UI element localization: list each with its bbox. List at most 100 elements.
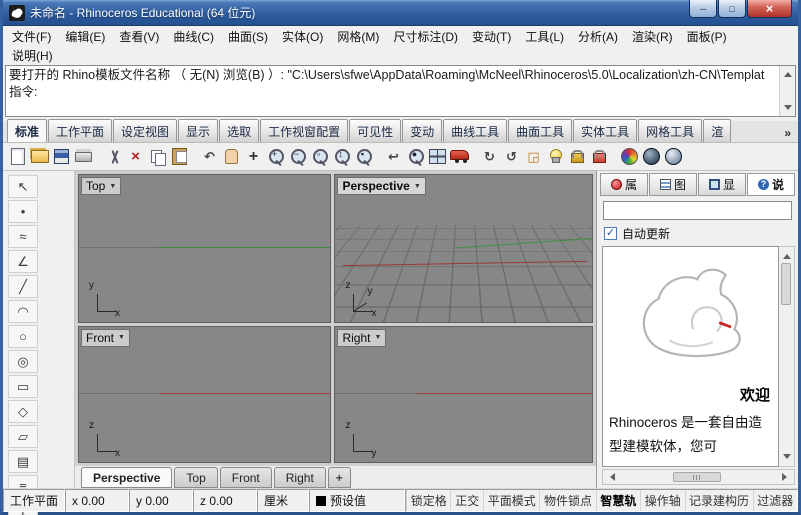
command-prompt[interactable]: 指令: <box>9 84 777 101</box>
polyline-icon[interactable]: ∠ <box>8 250 38 273</box>
zoom-window-icon[interactable]: ▫ <box>309 146 330 167</box>
command-area[interactable]: 要打开的 Rhino模板文件名称 （ 无(N) 浏览(B) ）: "C:\Use… <box>5 65 796 117</box>
undo-icon[interactable]: ↶ <box>199 146 220 167</box>
tab-properties[interactable]: 属 <box>600 173 648 196</box>
chevron-down-icon[interactable]: ▼ <box>109 183 116 190</box>
viewport-tab[interactable]: Top <box>174 467 217 488</box>
viewport-front-label[interactable]: Front ▼ <box>81 329 130 347</box>
color-wheel-icon[interactable] <box>619 146 640 167</box>
point-icon[interactable]: • <box>8 200 38 223</box>
menu-item[interactable]: 渲染(R) <box>625 26 680 47</box>
paste-icon[interactable] <box>169 146 190 167</box>
tab-help[interactable]: 说 <box>747 173 795 196</box>
print-icon[interactable] <box>73 146 94 167</box>
maximize-button[interactable]: □ <box>718 0 746 18</box>
menu-item[interactable]: 面板(P) <box>680 26 734 47</box>
rotate-view-icon[interactable]: ↻ <box>479 146 500 167</box>
polygon-icon[interactable]: ◇ <box>8 400 38 423</box>
cplane-button[interactable]: 工作平面 <box>3 489 65 512</box>
command-scrollbar[interactable] <box>779 66 795 116</box>
toolbar-tab[interactable]: 设定视图 <box>113 119 177 142</box>
toolbar-tab[interactable]: 变动 <box>402 119 442 142</box>
menu-item[interactable]: 网格(M) <box>330 26 386 47</box>
zoom-extents-icon[interactable]: ▪ <box>353 146 374 167</box>
unlock-icon[interactable] <box>589 146 610 167</box>
zoom-selected-icon[interactable]: ● <box>405 146 426 167</box>
add-viewport-tab[interactable]: + <box>328 467 351 488</box>
viewport-top[interactable]: Top ▼ y x <box>78 174 331 323</box>
menu-item[interactable]: 编辑(E) <box>58 26 112 47</box>
open-file-icon[interactable] <box>29 146 50 167</box>
circle-icon[interactable]: ○ <box>8 325 38 348</box>
scroll-right-icon[interactable] <box>782 473 791 481</box>
statusbar-toggle[interactable]: 智慧轨 <box>596 490 640 511</box>
viewport-right[interactable]: Right ▼ z y <box>334 326 593 463</box>
layer-indicator[interactable]: 预设值 <box>309 489 405 512</box>
toolbar-tab[interactable]: 实体工具 <box>573 119 637 142</box>
viewport-perspective-label[interactable]: Perspective ▼ <box>337 177 425 195</box>
set-view-icon[interactable]: ◲ <box>523 146 544 167</box>
menu-item[interactable]: 查看(V) <box>112 26 166 47</box>
scroll-down-icon[interactable] <box>783 454 791 463</box>
statusbar-toggle[interactable]: 平面模式 <box>483 490 539 511</box>
statusbar-toggle[interactable]: 锁定格 <box>406 490 450 511</box>
viewport-top-label[interactable]: Top ▼ <box>81 177 121 195</box>
units-indicator[interactable]: 厘米 <box>257 489 309 512</box>
lock-icon[interactable] <box>567 146 588 167</box>
close-button[interactable]: × <box>747 0 792 18</box>
arc-icon[interactable]: ◠ <box>8 300 38 323</box>
statusbar-toggle[interactable]: 物件锁点 <box>539 490 595 511</box>
named-view-icon[interactable] <box>449 146 470 167</box>
menu-item[interactable]: 文件(F) <box>5 26 58 47</box>
statusbar-toggle[interactable]: 操作轴 <box>640 490 684 511</box>
line-icon[interactable]: ╱ <box>8 275 38 298</box>
plane-icon[interactable]: ▱ <box>8 425 38 448</box>
statusbar-toggle[interactable]: 正交 <box>450 490 483 511</box>
menu-item[interactable]: 实体(O) <box>275 26 330 47</box>
help-search-input[interactable] <box>603 201 792 220</box>
move-icon[interactable]: + <box>243 146 264 167</box>
viewport-tab[interactable]: Perspective <box>81 467 172 488</box>
menu-item[interactable]: 曲面(S) <box>221 26 275 47</box>
pan-icon[interactable] <box>221 146 242 167</box>
menu-item[interactable]: 工具(L) <box>518 26 571 47</box>
chevron-down-icon[interactable]: ▼ <box>414 183 421 190</box>
menu-item[interactable]: 尺寸标注(D) <box>386 26 465 47</box>
toolbar-tab[interactable]: 标准 <box>7 119 47 142</box>
toolbar-tab[interactable]: 曲面工具 <box>508 119 572 142</box>
scroll-left-icon[interactable] <box>606 473 615 481</box>
scrollbar-thumb[interactable] <box>781 263 791 305</box>
menu-item[interactable]: 说明(H) <box>5 45 60 66</box>
new-file-icon[interactable] <box>7 146 28 167</box>
scroll-up-icon[interactable] <box>783 250 791 259</box>
viewport-front[interactable]: Front ▼ z x <box>78 326 331 463</box>
viewport-perspective[interactable]: Perspective ▼ z x y <box>334 174 593 323</box>
toolbar-tab[interactable]: 曲线工具 <box>443 119 507 142</box>
auto-update-checkbox[interactable]: ✓ <box>604 227 617 240</box>
surface-icon[interactable]: ▤ <box>8 450 38 473</box>
menu-item[interactable]: 变动(T) <box>465 26 518 47</box>
viewport-tab[interactable]: Right <box>274 467 326 488</box>
toolbar-tab[interactable]: 可见性 <box>349 119 401 142</box>
copy-icon[interactable] <box>147 146 168 167</box>
minimize-button[interactable]: ─ <box>689 0 717 18</box>
chevron-down-icon[interactable]: ▼ <box>118 334 125 341</box>
viewport-right-label[interactable]: Right ▼ <box>337 329 386 347</box>
ellipse-icon[interactable]: ◎ <box>8 350 38 373</box>
zoom-in-icon[interactable]: + <box>265 146 286 167</box>
toolbar-tab[interactable]: 工作视窗配置 <box>260 119 348 142</box>
zoom-dynamic-icon[interactable]: ↕ <box>331 146 352 167</box>
viewport-layout-icon[interactable] <box>427 146 448 167</box>
toolbar-tab[interactable]: 工作平面 <box>48 119 112 142</box>
curve-icon[interactable]: ≈ <box>8 225 38 248</box>
zoom-out-icon[interactable]: − <box>287 146 308 167</box>
menu-item[interactable]: 曲线(C) <box>166 26 221 47</box>
scroll-down-icon[interactable] <box>784 105 792 114</box>
cut-icon[interactable] <box>103 146 124 167</box>
select-icon[interactable]: ↖ <box>8 175 38 198</box>
undo-view-icon[interactable]: ↩ <box>383 146 404 167</box>
help-vertical-scrollbar[interactable] <box>779 246 795 467</box>
lamp-icon[interactable] <box>545 146 566 167</box>
tab-display[interactable]: 显 <box>698 173 746 196</box>
scrollbar-thumb[interactable] <box>673 472 721 482</box>
